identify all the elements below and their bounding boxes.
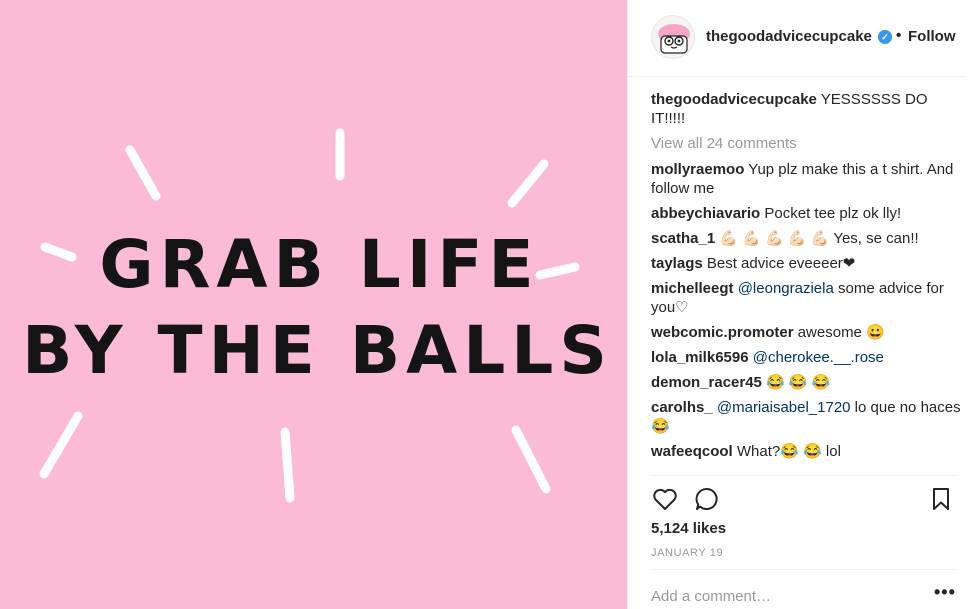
comment-item: taylags Best advice eveeeer❤ — [651, 254, 961, 273]
likes-count[interactable]: 5,124 likes — [651, 520, 726, 537]
view-all-comments-link[interactable]: View all 24 comments — [651, 134, 961, 153]
post-side-panel: thegoodadvicecupcake ✓ • Follow thegooda… — [627, 0, 980, 609]
image-text-line-2: BY THE BALLS — [22, 312, 613, 389]
comment-username[interactable]: carolhs_ — [651, 399, 713, 416]
image-text-line-1: GRAB LIFE — [99, 226, 540, 303]
comment-username[interactable]: michelleegt — [651, 280, 734, 297]
comment-text: Best advice eveeeer❤ — [706, 255, 856, 272]
follow-button[interactable]: Follow — [908, 28, 956, 45]
divider — [651, 569, 957, 570]
comment-username[interactable]: scatha_1 — [651, 230, 715, 247]
comment-username[interactable]: webcomic.promoter — [651, 324, 794, 341]
sparkle-line — [511, 425, 551, 494]
cupcake-avatar-icon — [658, 24, 690, 54]
comment-username[interactable]: taylags — [651, 255, 703, 272]
comment-username[interactable]: demon_racer45 — [651, 374, 762, 391]
comment-username[interactable]: lola_milk6596 — [651, 349, 749, 366]
divider — [651, 475, 957, 476]
comment-text: 💪🏻 💪🏻 💪🏻 💪🏻 💪🏻 Yes, se can!! — [719, 230, 919, 247]
comment-mention[interactable]: @cherokee.__.rose — [753, 349, 884, 366]
comment-mention[interactable]: @leongraziela — [738, 280, 834, 297]
bookmark-icon[interactable] — [926, 484, 956, 514]
comment-text: Pocket tee plz ok lly! — [764, 205, 902, 222]
more-options-icon[interactable]: ••• — [934, 582, 956, 603]
sparkle-line — [280, 427, 295, 503]
comment-text: 😂 😂 😂 — [766, 374, 831, 391]
comments-list: thegoodadvicecupcake YESSSSSS DO IT!!!!!… — [651, 90, 961, 467]
add-comment-input[interactable]: Add a comment… — [651, 588, 771, 605]
verified-badge-icon: ✓ — [878, 30, 892, 44]
sparkle-line — [39, 411, 83, 479]
comment-username[interactable]: abbeychiavario — [651, 205, 760, 222]
comment-item: mollyraemoo Yup plz make this a t shirt.… — [651, 160, 961, 198]
comment-icon[interactable] — [692, 484, 722, 514]
heart-icon[interactable] — [650, 484, 680, 514]
comment-item: lola_milk6596 @cherokee.__.rose — [651, 348, 961, 367]
avatar[interactable] — [651, 15, 695, 59]
comment-item: michelleegt @leongraziela some advice fo… — [651, 279, 961, 317]
sparkle-lines — [39, 128, 580, 503]
comment-item: demon_racer45 😂 😂 😂 — [651, 373, 961, 392]
comment-item: abbeychiavario Pocket tee plz ok lly! — [651, 204, 961, 223]
comment-mention[interactable]: @mariaisabel_1720 — [717, 399, 851, 416]
post-image[interactable]: GRAB LIFE BY THE BALLS — [0, 0, 627, 609]
comment-username[interactable]: mollyraemoo — [651, 161, 744, 178]
comment-text: awesome 😀 — [797, 324, 885, 341]
comment-item: carolhs_ @mariaisabel_1720 lo que no hac… — [651, 398, 961, 436]
comment-text: What?😂 😂 lol — [736, 443, 841, 460]
header-separator: • — [896, 27, 902, 44]
sparkle-line — [125, 145, 161, 201]
comment-item: scatha_1 💪🏻 💪🏻 💪🏻 💪🏻 💪🏻 Yes, se can!! — [651, 229, 961, 248]
comment-item: webcomic.promoter awesome 😀 — [651, 323, 961, 342]
comment-item: wafeeqcool What?😂 😂 lol — [651, 442, 961, 461]
instagram-post: GRAB LIFE BY THE BALLS thegoodadvicecupc… — [0, 0, 980, 609]
sparkle-line — [507, 159, 549, 208]
panel-edge — [966, 0, 980, 609]
post-date[interactable]: JANUARY 19 — [651, 547, 723, 559]
caption-username[interactable]: thegoodadvicecupcake — [651, 91, 817, 108]
caption: thegoodadvicecupcake YESSSSSS DO IT!!!!! — [651, 90, 961, 128]
header-username[interactable]: thegoodadvicecupcake — [706, 28, 872, 45]
comment-username[interactable]: wafeeqcool — [651, 443, 733, 460]
